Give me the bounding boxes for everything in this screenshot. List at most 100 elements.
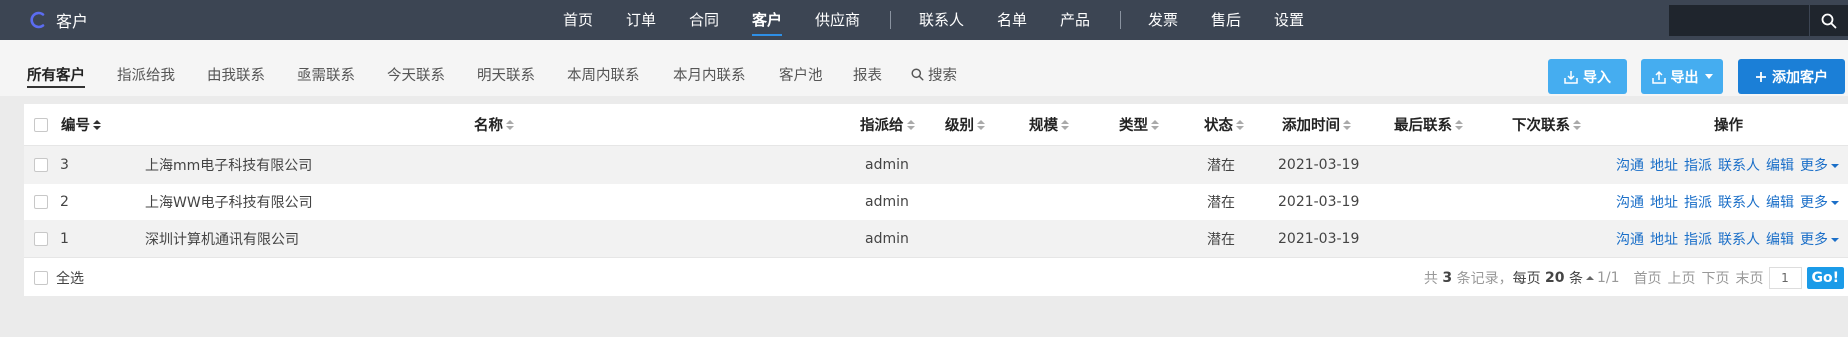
import-button[interactable]: 导入 xyxy=(1548,59,1627,94)
action-contacts[interactable]: 联系人 xyxy=(1718,229,1760,249)
total-suffix: 条记录， xyxy=(1456,270,1513,287)
nav-orders[interactable]: 订单 xyxy=(626,0,656,40)
select-all-checkbox-header[interactable] xyxy=(34,104,48,145)
tab-contact-this-month[interactable]: 本月内联系 xyxy=(673,64,746,85)
tab-contact-tomorrow[interactable]: 明天联系 xyxy=(477,64,535,85)
tab-urgent-contact[interactable]: 亟需联系 xyxy=(297,64,355,85)
select-all-checkbox[interactable] xyxy=(34,270,48,285)
action-communicate[interactable]: 沟通 xyxy=(1616,192,1644,212)
row-status: 潜在 xyxy=(1207,231,1235,248)
row-checkbox[interactable] xyxy=(34,220,48,257)
sort-icon xyxy=(977,119,985,130)
col-last-contact[interactable]: 最后联系 xyxy=(1394,104,1463,145)
action-more-dropdown[interactable]: 更多 xyxy=(1800,155,1839,175)
col-assigned[interactable]: 指派给 xyxy=(860,104,915,145)
col-scale[interactable]: 规模 xyxy=(1029,104,1069,145)
nav-invoices[interactable]: 发票 xyxy=(1148,0,1178,40)
tab-assigned-to-me[interactable]: 指派给我 xyxy=(117,64,175,85)
row-checkbox[interactable] xyxy=(34,146,48,184)
table-header: 编号 名称 指派给 级别 规模 类型 状态 添加时间 最后联系 下次联系 操作 xyxy=(24,104,1848,146)
search-icon xyxy=(911,68,924,81)
select-all-label: 全选 xyxy=(56,270,84,287)
tab-reports[interactable]: 报表 xyxy=(853,64,882,85)
tab-customer-pool[interactable]: 客户池 xyxy=(779,64,823,85)
col-level[interactable]: 级别 xyxy=(945,104,985,145)
tab-contact-today[interactable]: 今天联系 xyxy=(387,64,445,85)
row-customer-name-link[interactable]: 上海mm电子科技有限公司 xyxy=(145,146,312,184)
row-customer-name-link[interactable]: 深圳计算机通讯有限公司 xyxy=(145,220,299,257)
page-indicator: 1/1 xyxy=(1596,269,1620,286)
row-added-time: 2021-03-19 xyxy=(1278,230,1360,247)
row-status: 潜在 xyxy=(1207,195,1235,211)
sort-icon xyxy=(1343,119,1351,130)
global-search-button[interactable] xyxy=(1809,5,1848,36)
row-checkbox[interactable] xyxy=(34,184,48,220)
go-button[interactable]: Go! xyxy=(1806,266,1844,289)
nav-products[interactable]: 产品 xyxy=(1060,0,1090,40)
app-title: 客户 xyxy=(56,12,89,31)
next-page-link[interactable]: 下页 xyxy=(1702,268,1730,288)
per-page-value[interactable]: 20 xyxy=(1545,270,1564,286)
action-address[interactable]: 地址 xyxy=(1650,192,1678,212)
tab-contacted-by-me[interactable]: 由我联系 xyxy=(207,64,265,85)
tab-search[interactable]: 搜索 xyxy=(911,64,957,85)
action-address[interactable]: 地址 xyxy=(1650,155,1678,175)
action-contacts[interactable]: 联系人 xyxy=(1718,192,1760,212)
col-next-contact[interactable]: 下次联系 xyxy=(1512,104,1581,145)
action-more-dropdown[interactable]: 更多 xyxy=(1800,229,1839,249)
export-button[interactable]: 导出 xyxy=(1641,59,1723,94)
app-brand[interactable]: 客户 xyxy=(28,0,88,40)
page-number-input[interactable]: 1 xyxy=(1768,266,1802,289)
action-contacts[interactable]: 联系人 xyxy=(1718,155,1760,175)
nav-customers[interactable]: 客户 xyxy=(752,0,783,40)
action-assign[interactable]: 指派 xyxy=(1684,229,1712,249)
action-edit[interactable]: 编辑 xyxy=(1766,192,1794,212)
first-page-link[interactable]: 首页 xyxy=(1634,268,1662,288)
select-all[interactable]: 全选 xyxy=(34,259,84,296)
table-footer: 全选 共 3 条记录， 每页 20 条 1/1 首页 上页 下页 末页 1 Go… xyxy=(24,259,1848,296)
sort-icon xyxy=(1455,119,1463,130)
row-added-time: 2021-03-19 xyxy=(1278,194,1360,210)
action-address[interactable]: 地址 xyxy=(1650,229,1678,249)
total-prefix: 共 xyxy=(1423,270,1438,287)
row-id: 2 xyxy=(60,194,69,210)
action-assign[interactable]: 指派 xyxy=(1684,192,1712,212)
nav-aftersales[interactable]: 售后 xyxy=(1211,0,1241,40)
nav-settings[interactable]: 设置 xyxy=(1274,0,1304,40)
caret-up-icon[interactable] xyxy=(1585,275,1594,280)
row-status: 潜在 xyxy=(1207,158,1235,174)
nav-home[interactable]: 首页 xyxy=(563,0,593,40)
total-count: 3 xyxy=(1442,269,1453,286)
nav-contracts[interactable]: 合同 xyxy=(689,0,719,40)
action-more-dropdown[interactable]: 更多 xyxy=(1800,192,1839,212)
col-id[interactable]: 编号 xyxy=(61,104,101,145)
last-page-link[interactable]: 末页 xyxy=(1736,268,1764,288)
action-edit[interactable]: 编辑 xyxy=(1766,155,1794,175)
global-search-input[interactable] xyxy=(1669,5,1809,36)
action-edit[interactable]: 编辑 xyxy=(1766,229,1794,249)
tab-all-customers[interactable]: 所有客户 xyxy=(27,64,85,88)
prev-page-link[interactable]: 上页 xyxy=(1668,268,1696,288)
pagination: 共 3 条记录， 每页 20 条 1/1 首页 上页 下页 末页 1 Go! xyxy=(1424,259,1848,296)
action-assign[interactable]: 指派 xyxy=(1684,155,1712,175)
col-actions: 操作 xyxy=(1714,118,1743,134)
row-actions: 沟通 地址 指派 联系人 编辑 更多 xyxy=(1616,146,1839,184)
sort-icon xyxy=(1573,119,1581,130)
row-customer-name-link[interactable]: 上海WW电子科技有限公司 xyxy=(145,184,313,220)
col-type[interactable]: 类型 xyxy=(1119,104,1159,145)
col-name[interactable]: 名称 xyxy=(474,104,514,145)
action-communicate[interactable]: 沟通 xyxy=(1616,229,1644,249)
row-actions: 沟通 地址 指派 联系人 编辑 更多 xyxy=(1616,184,1839,220)
nav-divider xyxy=(890,11,891,29)
col-status[interactable]: 状态 xyxy=(1204,104,1244,145)
row-id: 3 xyxy=(60,157,69,173)
add-customer-button[interactable]: 添加客户 xyxy=(1738,59,1845,94)
action-communicate[interactable]: 沟通 xyxy=(1616,155,1644,175)
nav-contacts[interactable]: 联系人 xyxy=(919,0,964,40)
tab-contact-this-week[interactable]: 本周内联系 xyxy=(567,64,640,85)
col-added-time[interactable]: 添加时间 xyxy=(1282,104,1351,145)
nav-leads[interactable]: 名单 xyxy=(997,0,1027,40)
sort-icon xyxy=(1061,119,1069,130)
import-label: 导入 xyxy=(1583,69,1611,86)
nav-suppliers[interactable]: 供应商 xyxy=(815,0,860,40)
